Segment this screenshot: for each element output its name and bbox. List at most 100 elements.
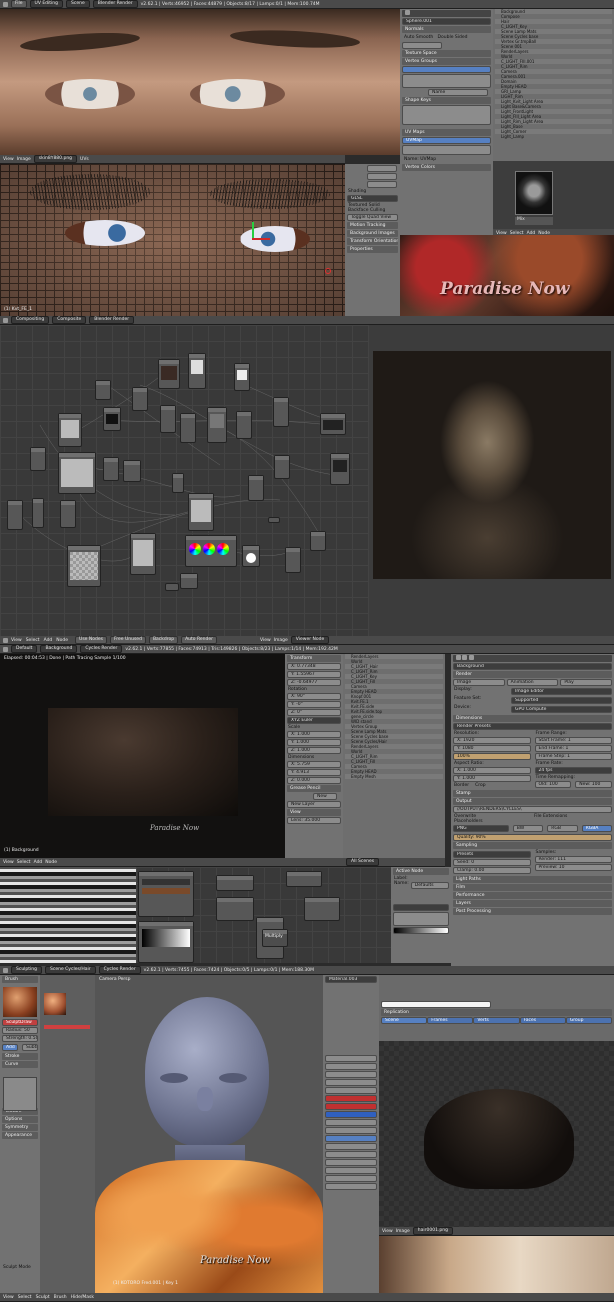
eyes-closeup-viewport[interactable] bbox=[0, 9, 400, 155]
motion-tracking-header[interactable]: Motion Tracking bbox=[347, 222, 398, 229]
border-checkbox[interactable]: Border bbox=[451, 783, 469, 788]
sampling-header[interactable]: Sampling bbox=[453, 842, 612, 849]
menu-brush[interactable]: Brush bbox=[54, 1295, 67, 1300]
add-toggle[interactable]: Add bbox=[2, 1044, 18, 1051]
light-paths-header[interactable]: Light Paths bbox=[453, 876, 612, 883]
auto-smooth-checkbox[interactable]: Auto Smooth bbox=[404, 35, 433, 40]
color-bar[interactable] bbox=[44, 1025, 90, 1029]
blender-icon[interactable] bbox=[3, 1, 8, 7]
render-engine-select-4[interactable]: Cycles Render bbox=[98, 966, 141, 974]
render-engine-select-2[interactable]: Blender Render bbox=[89, 316, 135, 324]
frame-rate-select[interactable]: 24 fps bbox=[534, 767, 612, 774]
node-box[interactable] bbox=[165, 583, 179, 591]
output-path-field[interactable]: //OUTPUT\RENDERS\CYCLES\ bbox=[453, 806, 612, 813]
uv-maps-header[interactable]: UV Maps bbox=[402, 129, 491, 136]
node-box[interactable] bbox=[274, 455, 290, 479]
quality-slider[interactable]: Quality: 90% bbox=[453, 834, 612, 841]
file-menu[interactable]: File bbox=[11, 0, 27, 8]
node-box[interactable] bbox=[320, 413, 346, 435]
new-grease-pencil-button[interactable]: New bbox=[313, 793, 337, 800]
node-box[interactable] bbox=[103, 457, 119, 481]
render-engine-select[interactable]: Blender Render bbox=[92, 0, 138, 8]
brush-header[interactable]: Brush bbox=[2, 976, 38, 983]
seed-field[interactable]: Seed: 0 bbox=[453, 859, 531, 866]
appearance-header[interactable]: Appearance bbox=[2, 1132, 38, 1139]
uv-map-item[interactable]: UVMap bbox=[402, 137, 491, 144]
free-unused-button[interactable]: Free Unused bbox=[109, 636, 146, 644]
film-header[interactable]: Film bbox=[453, 884, 612, 891]
bw-button[interactable]: BW bbox=[512, 825, 544, 832]
auto-render-toggle[interactable]: Auto Render bbox=[181, 636, 217, 644]
clamp-field[interactable]: Clamp: 0.00 bbox=[453, 867, 531, 874]
node-box[interactable] bbox=[160, 405, 176, 433]
use-nodes-toggle[interactable]: Use Nodes bbox=[75, 636, 107, 644]
node-box[interactable] bbox=[234, 363, 250, 391]
crop-checkbox[interactable]: Crop bbox=[469, 783, 486, 788]
color-ramp[interactable] bbox=[393, 927, 449, 934]
node-box[interactable] bbox=[123, 460, 141, 482]
node-editor-icon[interactable] bbox=[3, 637, 8, 643]
image-name-select[interactable]: skin8Y880.png bbox=[33, 155, 78, 163]
editor-type-select[interactable]: UV Editing bbox=[29, 0, 64, 8]
frame-step[interactable]: Frame Step: 1 bbox=[534, 753, 612, 760]
sculpt-3d-viewport[interactable]: Camera Persp Paradise Now (1) KOTORO Fre… bbox=[95, 975, 323, 1293]
brush-curve-widget[interactable] bbox=[3, 1077, 37, 1111]
menu-add[interactable]: Add bbox=[44, 638, 53, 643]
toggle-quad-view-button[interactable]: Toggle Quad View bbox=[347, 214, 398, 221]
background-images-header[interactable]: Background Images bbox=[347, 230, 398, 237]
lens-field[interactable]: Lens: 35.000 bbox=[287, 817, 341, 824]
backface-culling-checkbox[interactable]: Backface Culling bbox=[345, 208, 400, 213]
dimensions-y[interactable]: Y: 4.913 bbox=[287, 769, 341, 776]
grease-pencil-header[interactable]: Grease Pencil bbox=[287, 785, 341, 792]
start-frame[interactable]: Start Frame: 1 bbox=[534, 737, 612, 744]
node-box[interactable] bbox=[330, 453, 350, 485]
node-box[interactable] bbox=[95, 380, 111, 400]
node-box[interactable] bbox=[236, 411, 252, 439]
3d-cursor[interactable] bbox=[325, 268, 331, 274]
scale-x[interactable]: X: 1.000 bbox=[287, 731, 341, 738]
hair-image-select[interactable]: hair0001.png bbox=[412, 1227, 453, 1235]
render-engine-select-3[interactable]: Cycles Render bbox=[80, 645, 123, 653]
shape-keys-header[interactable]: Shape Keys bbox=[402, 97, 491, 104]
node-box[interactable] bbox=[188, 493, 214, 531]
vertex-groups-header[interactable]: Vertex Groups bbox=[402, 58, 491, 65]
node-box[interactable] bbox=[285, 547, 301, 573]
render-panel-header[interactable]: Render bbox=[453, 671, 612, 678]
rgb-button[interactable]: RGB bbox=[547, 825, 578, 832]
device-select[interactable]: GPU Compute bbox=[511, 706, 612, 713]
scale-y[interactable]: Y: 1.000 bbox=[287, 739, 341, 746]
feature-set-select[interactable]: Supported bbox=[511, 697, 612, 704]
tab-verts[interactable]: Verts bbox=[473, 1017, 520, 1024]
backdrop-toggle[interactable]: Backdrop bbox=[148, 636, 179, 644]
scale-z[interactable]: Z: 1.000 bbox=[287, 747, 341, 754]
view-header[interactable]: View bbox=[287, 809, 341, 816]
options-header[interactable]: Options bbox=[2, 1116, 38, 1123]
dimensions-z[interactable]: Z: 0.000 bbox=[287, 777, 341, 784]
mesh-name-field[interactable]: Sphere.001 bbox=[402, 18, 491, 25]
rotation-mode-select[interactable]: XYZ Euler bbox=[287, 717, 341, 724]
rgba-button[interactable]: RGBA bbox=[581, 825, 613, 832]
node-box[interactable] bbox=[273, 397, 289, 427]
brush-name[interactable]: SculptDraw bbox=[2, 1019, 38, 1026]
node-box[interactable] bbox=[242, 545, 260, 567]
new-layer-button[interactable]: New Layer bbox=[287, 801, 341, 808]
composite-scene-select[interactable]: Composite bbox=[52, 316, 87, 324]
stamp-panel-header[interactable]: Stamp bbox=[453, 790, 612, 797]
time-remap-old[interactable]: Old: 100 bbox=[534, 781, 572, 788]
node-box[interactable] bbox=[32, 498, 44, 528]
name-field[interactable]: Name bbox=[428, 89, 488, 96]
compositing-editor-select[interactable]: Compositing bbox=[11, 316, 50, 324]
aspect-y[interactable]: Y: 1.000 bbox=[453, 775, 531, 782]
scene-select[interactable]: Scene bbox=[66, 0, 90, 8]
menu-view[interactable]: View bbox=[3, 1295, 14, 1300]
dimensions-panel-header[interactable]: Dimensions bbox=[453, 715, 612, 722]
node-box[interactable] bbox=[58, 452, 96, 494]
location-z[interactable]: Z: -0.64977 bbox=[287, 679, 341, 686]
tab-frames[interactable]: Frames bbox=[427, 1017, 474, 1024]
location-x[interactable]: X: 0.77348 bbox=[287, 663, 341, 670]
node-box[interactable] bbox=[188, 353, 206, 389]
uvmap-name-value[interactable]: UVMap bbox=[420, 157, 436, 162]
render-samples-field[interactable]: Render: 111 bbox=[534, 856, 612, 863]
rotation-y[interactable]: Y: -0° bbox=[287, 701, 341, 708]
world-tab-icon[interactable] bbox=[468, 655, 474, 660]
